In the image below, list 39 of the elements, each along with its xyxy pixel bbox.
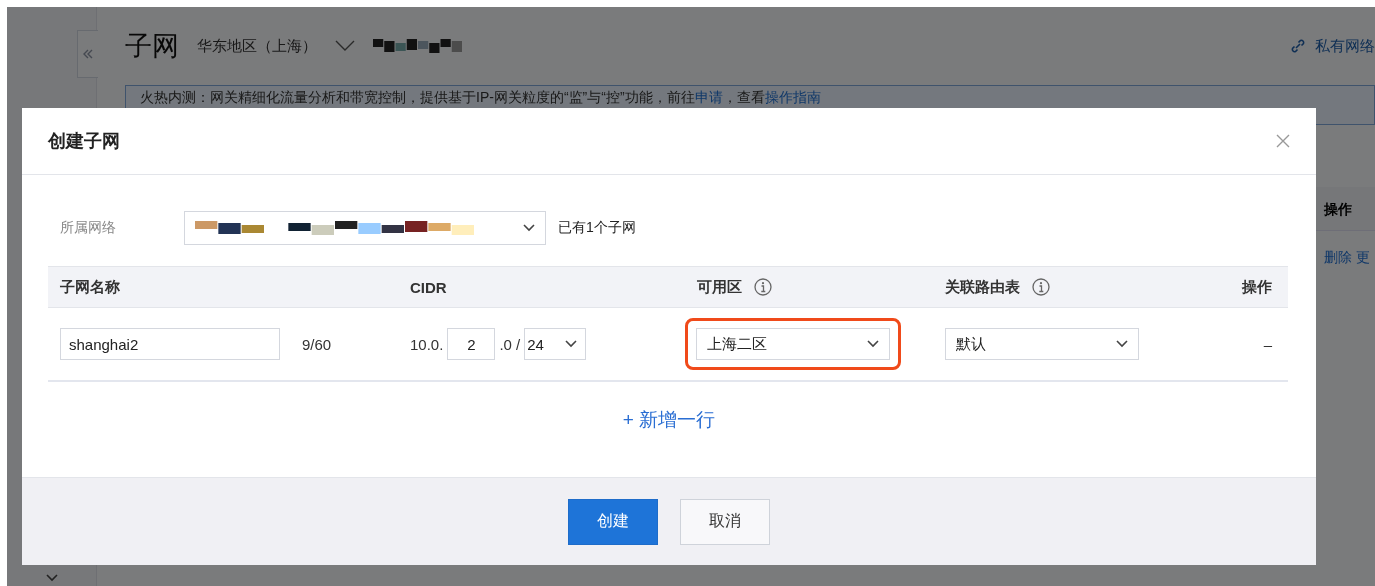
chevron-down-icon [335,40,355,52]
column-header: 子网名称 [60,277,120,295]
name-input[interactable]: shanghai2 [60,328,280,360]
region-selector[interactable]: 华东地区（上海） [197,36,355,56]
docs-link[interactable]: 私有网络 [1289,36,1375,56]
subnet-count: 已有1个子网 [558,219,636,237]
chevron-down-icon [523,224,535,232]
column-header: 关联路由表 [945,277,1020,297]
mask-select[interactable]: 24 [524,328,587,360]
cidr-suffix: .0 / [499,335,521,353]
create-button[interactable]: 创建 [568,498,658,545]
column-header: 操作 [1242,277,1272,295]
octet-input[interactable]: 2 [447,328,496,360]
apply-link[interactable]: 申请 [694,89,723,105]
cidr-prefix: 10.0. [410,335,444,353]
link-icon [1289,37,1307,55]
more-link[interactable]: 更 [1355,249,1370,265]
empty-action: – [1263,335,1272,353]
close-button[interactable] [1276,134,1290,148]
field-label: 所属网络 [59,219,117,237]
double-chevron-left-icon [82,48,94,60]
add-row-link[interactable]: + 新增一行 [622,407,716,433]
expand-icon [45,574,58,582]
route-table-select[interactable]: 默认 [945,328,1139,360]
column-header: 可用区 [697,277,742,297]
dialog-title: 创建子网 [48,130,120,153]
char-count: 9/60 [302,335,332,353]
cancel-button[interactable]: 取消 [680,498,770,545]
zone-select[interactable]: 上海二区 [696,328,890,360]
page-title: 子网 [125,30,179,63]
chevron-down-icon [867,340,879,348]
column-header: CIDR [410,278,447,296]
info-icon[interactable] [754,278,772,296]
delete-link[interactable]: 删除 [1324,249,1352,265]
chevron-down-icon [1116,340,1128,348]
network-select[interactable] [184,211,546,245]
info-icon[interactable] [1032,278,1050,296]
chevron-down-icon [565,340,578,348]
guide-link[interactable]: 操作指南 [764,89,821,105]
